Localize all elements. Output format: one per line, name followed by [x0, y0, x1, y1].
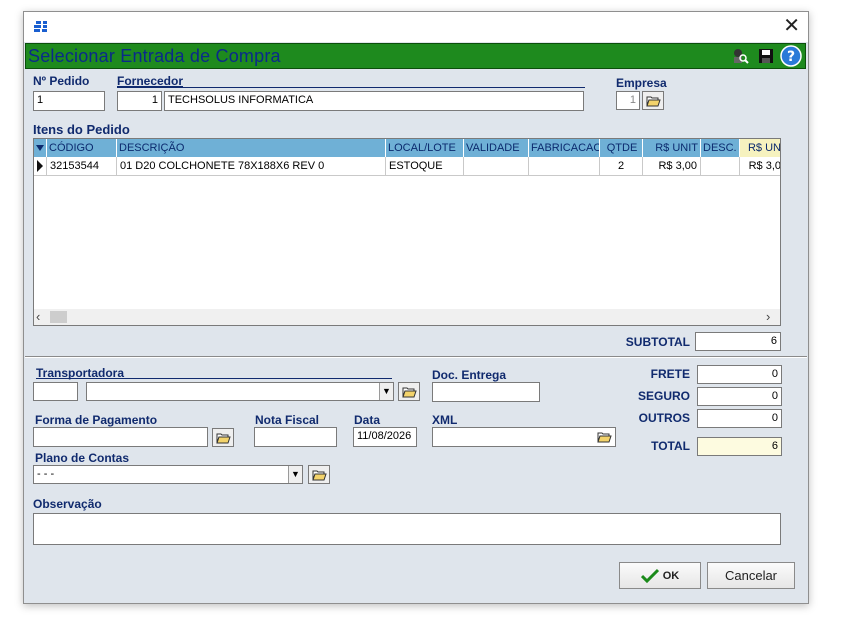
forma-pagamento-input[interactable]	[33, 427, 208, 447]
cell-desc	[701, 157, 740, 175]
folder-icon	[216, 433, 231, 444]
row-pointer-icon	[37, 160, 43, 172]
help-icon[interactable]: ?	[780, 45, 802, 67]
folder-icon	[402, 387, 417, 398]
pedido-input[interactable]: 1	[33, 91, 105, 111]
subtotal-label: SUBTOTAL	[625, 335, 690, 349]
plano-contas-label: Plano de Contas	[35, 451, 130, 465]
col-qtde[interactable]: QTDE	[600, 139, 643, 157]
col-unit[interactable]: R$ UNIT	[643, 139, 701, 157]
search-person-icon[interactable]	[731, 47, 749, 65]
scroll-thumb[interactable]	[50, 311, 67, 323]
section-divider-highlight	[25, 357, 807, 358]
sort-down-icon	[36, 145, 44, 151]
forma-pagamento-label: Forma de Pagamento	[35, 413, 158, 427]
cell-codigo: 32153544	[47, 157, 117, 175]
page-title: Selecionar Entrada de Compra	[28, 46, 281, 66]
chevron-down-icon[interactable]: ▼	[288, 466, 302, 483]
ok-button[interactable]: OK	[619, 562, 701, 589]
grid-sort-indicator[interactable]	[34, 139, 47, 157]
pedido-label: Nº Pedido	[33, 74, 90, 88]
checkmark-icon	[640, 568, 659, 583]
fornecedor-code-input[interactable]: 1	[117, 91, 162, 111]
plano-contas-select[interactable]: - - - ▼	[33, 465, 303, 484]
col-unit-2[interactable]: R$ UN	[740, 139, 780, 157]
xml-label: XML	[432, 413, 458, 427]
folder-icon	[646, 96, 661, 107]
transportadora-code-input[interactable]	[33, 382, 78, 401]
data-label: Data	[354, 413, 381, 427]
open-folder-icon[interactable]	[597, 431, 612, 443]
observacao-textarea[interactable]	[33, 513, 781, 545]
col-codigo[interactable]: CÓDIGO	[47, 139, 117, 157]
doc-entrega-label: Doc. Entrega	[432, 368, 507, 382]
frete-field[interactable]: 0	[697, 365, 782, 384]
save-icon[interactable]	[758, 47, 774, 65]
cancel-button[interactable]: Cancelar	[707, 562, 795, 589]
col-descricao[interactable]: DESCRIÇÃO	[117, 139, 386, 157]
close-window-button[interactable]: ✕	[783, 15, 800, 37]
scroll-left-icon[interactable]: ‹	[36, 309, 48, 325]
seguro-field[interactable]: 0	[697, 387, 782, 406]
cell-qtde: 2	[600, 157, 643, 175]
scroll-right-icon[interactable]: ›	[766, 309, 778, 325]
cell-fabricacao	[529, 157, 600, 175]
cancel-label: Cancelar	[724, 568, 778, 583]
empresa-input[interactable]: 1	[616, 91, 640, 110]
col-local-lote[interactable]: LOCAL/LOTE	[386, 139, 464, 157]
title-bar: ✕	[24, 12, 808, 42]
observacao-label: Observação	[33, 497, 102, 511]
subtotal-field[interactable]: 6	[695, 332, 781, 351]
frete-label: FRETE	[650, 367, 690, 381]
xml-input[interactable]	[432, 427, 616, 447]
chevron-down-icon[interactable]: ▼	[379, 383, 393, 400]
col-validade[interactable]: VALIDADE	[464, 139, 529, 157]
forma-pagamento-folder-button[interactable]	[212, 428, 234, 447]
outros-field[interactable]: 0	[697, 409, 782, 428]
folder-icon	[312, 470, 327, 481]
dialog-header: Selecionar Entrada de Compra ?	[25, 43, 806, 69]
empresa-label: Empresa	[616, 76, 667, 90]
doc-entrega-input[interactable]	[432, 382, 540, 402]
outros-label: OUTROS	[638, 411, 690, 425]
transportadora-select[interactable]: ▼	[86, 382, 394, 401]
empresa-folder-button[interactable]	[642, 91, 664, 110]
cell-validade	[464, 157, 529, 175]
fornecedor-underline	[117, 87, 585, 88]
dialog-window: ✕ Selecionar Entrada de Compra ? Nº Pedi…	[23, 11, 809, 604]
plano-contas-value: - - -	[37, 468, 55, 480]
col-fabricacao[interactable]: FABRICACAO	[529, 139, 600, 157]
items-title: Itens do Pedido	[33, 122, 130, 137]
svg-text:?: ?	[787, 49, 795, 65]
plano-contas-folder-button[interactable]	[308, 465, 330, 484]
transportadora-underline	[36, 378, 392, 379]
grid-header: CÓDIGO DESCRIÇÃO LOCAL/LOTE VALIDADE FAB…	[34, 139, 780, 157]
cell-unit-2: R$ 3,0	[740, 157, 780, 175]
cell-unit: R$ 3,00	[643, 157, 701, 175]
row-selector[interactable]	[34, 157, 47, 175]
col-desc[interactable]: DESC.	[701, 139, 740, 157]
ok-label: OK	[662, 569, 680, 582]
table-row[interactable]: 32153544 01 D20 COLCHONETE 78X188X6 REV …	[34, 157, 780, 176]
app-logo-icon	[34, 21, 47, 32]
items-grid[interactable]: CÓDIGO DESCRIÇÃO LOCAL/LOTE VALIDADE FAB…	[33, 138, 781, 326]
total-field[interactable]: 6	[697, 437, 782, 456]
transportadora-folder-button[interactable]	[398, 382, 420, 401]
data-input[interactable]: 11/08/2026	[353, 427, 417, 447]
seguro-label: SEGURO	[637, 389, 690, 403]
horizontal-scrollbar[interactable]: ‹ ›	[34, 309, 780, 325]
nota-fiscal-input[interactable]	[254, 427, 337, 447]
nota-fiscal-label: Nota Fiscal	[255, 413, 320, 427]
cell-descricao: 01 D20 COLCHONETE 78X188X6 REV 0	[117, 157, 386, 175]
fornecedor-name-input[interactable]: TECHSOLUS INFORMATICA	[164, 91, 584, 111]
cell-local: ESTOQUE	[386, 157, 464, 175]
total-label: TOTAL	[651, 439, 690, 453]
fornecedor-label: Fornecedor	[117, 74, 184, 88]
